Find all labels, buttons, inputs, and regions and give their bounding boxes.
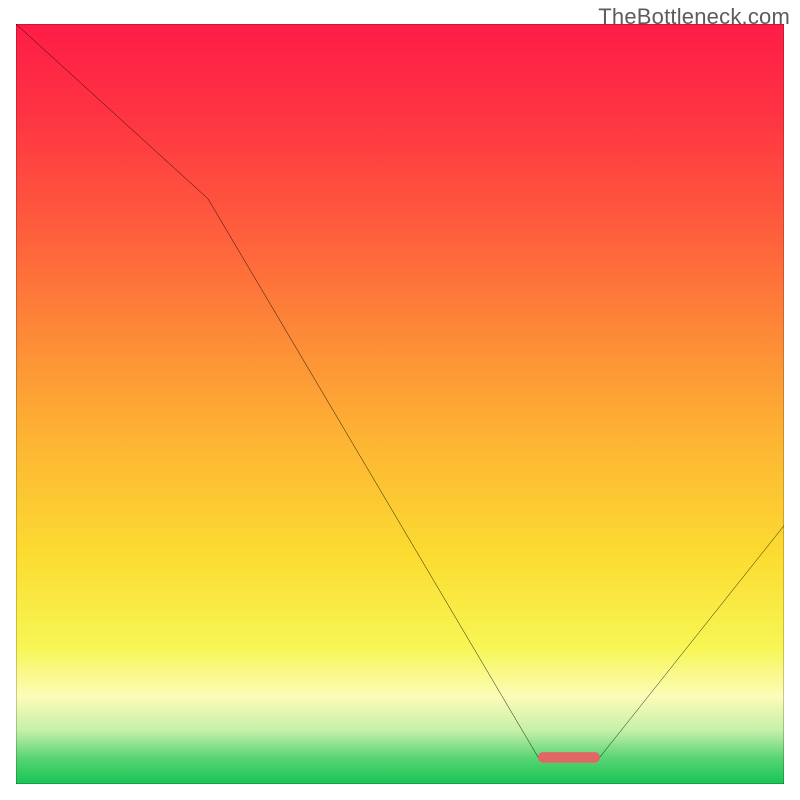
chart-highlight-marker: [16, 24, 784, 784]
watermark-text: TheBottleneck.com: [598, 4, 790, 30]
chart-area: [16, 24, 784, 784]
